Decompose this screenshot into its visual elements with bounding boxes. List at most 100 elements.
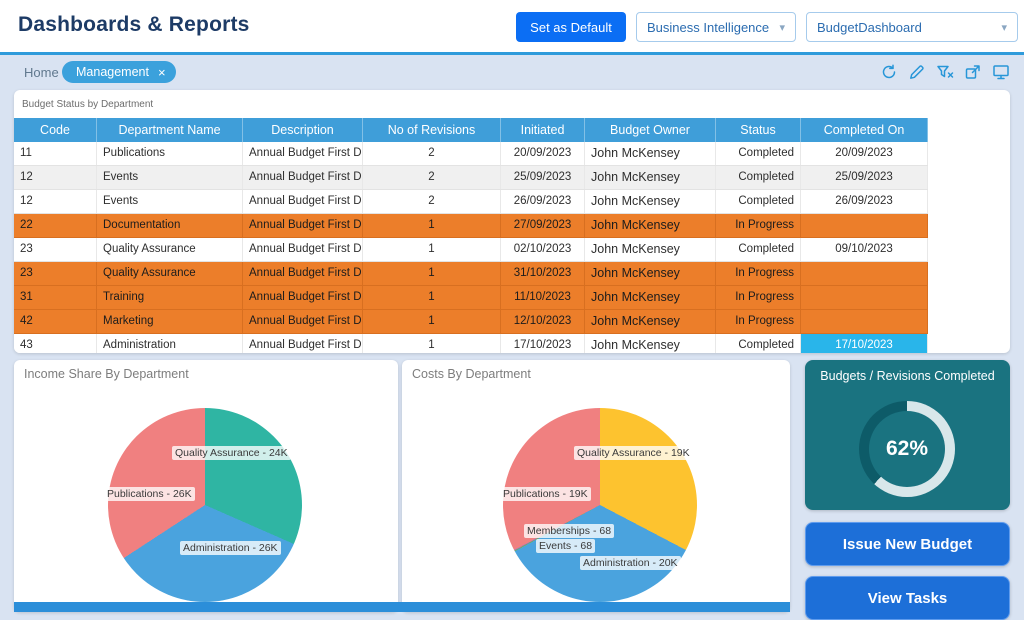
cell-department[interactable]: Administration — [97, 334, 243, 353]
cell-status[interactable]: Completed — [716, 190, 801, 213]
cell-owner[interactable]: John McKensey — [585, 334, 716, 353]
cell-description[interactable]: Annual Budget First Draft — [243, 334, 363, 353]
cell-completed_on[interactable]: 26/09/2023 — [801, 190, 928, 213]
cell-revisions[interactable]: 1 — [363, 238, 501, 261]
cell-owner[interactable]: John McKensey — [585, 214, 716, 237]
cell-revisions[interactable]: 1 — [363, 214, 501, 237]
column-header-status[interactable]: Status — [716, 118, 801, 142]
cell-department[interactable]: Events — [97, 166, 243, 189]
cell-initiated[interactable]: 27/09/2023 — [501, 214, 585, 237]
cell-initiated[interactable]: 02/10/2023 — [501, 238, 585, 261]
cell-code[interactable]: 31 — [14, 286, 97, 309]
column-header-no-of-revisions[interactable]: No of Revisions — [363, 118, 501, 142]
set-as-default-button[interactable]: Set as Default — [516, 12, 626, 42]
display-icon[interactable] — [992, 63, 1010, 81]
cell-status[interactable]: In Progress — [716, 286, 801, 309]
cell-revisions[interactable]: 1 — [363, 334, 501, 353]
bottom-scroll-strip[interactable] — [14, 602, 790, 612]
cell-description[interactable]: Annual Budget First Draft — [243, 214, 363, 237]
column-header-description[interactable]: Description — [243, 118, 363, 142]
edit-icon[interactable] — [908, 63, 926, 81]
income-share-pie-chart[interactable] — [108, 408, 302, 602]
tab-management[interactable]: Management × — [62, 61, 176, 83]
cell-code[interactable]: 42 — [14, 310, 97, 333]
cell-initiated[interactable]: 25/09/2023 — [501, 166, 585, 189]
cell-description[interactable]: Annual Budget First Draft — [243, 286, 363, 309]
cell-revisions[interactable]: 1 — [363, 262, 501, 285]
cell-department[interactable]: Quality Assurance — [97, 238, 243, 261]
sync-icon[interactable] — [880, 63, 898, 81]
cell-completed_on[interactable] — [801, 214, 928, 237]
issue-new-budget-button[interactable]: Issue New Budget — [805, 522, 1010, 566]
dashboard-dropdown[interactable]: BudgetDashboard ▾ — [806, 12, 1018, 42]
cell-owner[interactable]: John McKensey — [585, 310, 716, 333]
cell-code[interactable]: 12 — [14, 166, 97, 189]
cell-completed_on[interactable] — [801, 310, 928, 333]
table-row[interactable]: 42MarketingAnnual Budget First Draft112/… — [14, 310, 928, 334]
cell-revisions[interactable]: 2 — [363, 166, 501, 189]
table-row[interactable]: 11PublicationsAnnual Budget First Draft2… — [14, 142, 928, 166]
cell-status[interactable]: Completed — [716, 238, 801, 261]
table-row[interactable]: 31TrainingAnnual Budget First Draft111/1… — [14, 286, 928, 310]
cell-department[interactable]: Quality Assurance — [97, 262, 243, 285]
cell-owner[interactable]: John McKensey — [585, 262, 716, 285]
cell-code[interactable]: 22 — [14, 214, 97, 237]
cell-completed_on[interactable] — [801, 262, 928, 285]
column-header-initiated[interactable]: Initiated — [501, 118, 585, 142]
category-dropdown[interactable]: Business Intelligence ▾ — [636, 12, 796, 42]
table-row[interactable]: 12EventsAnnual Budget First Draft226/09/… — [14, 190, 928, 214]
cell-initiated[interactable]: 31/10/2023 — [501, 262, 585, 285]
cell-completed_on[interactable]: 17/10/2023 — [801, 334, 928, 353]
table-row[interactable]: 12EventsAnnual Budget First Draft225/09/… — [14, 166, 928, 190]
table-row[interactable]: 23Quality AssuranceAnnual Budget First D… — [14, 238, 928, 262]
cell-description[interactable]: Annual Budget First Draft — [243, 238, 363, 261]
cell-status[interactable]: Completed — [716, 142, 801, 165]
cell-description[interactable]: Annual Budget First Draft — [243, 310, 363, 333]
column-header-code[interactable]: Code — [14, 118, 97, 142]
table-row[interactable]: 43AdministrationAnnual Budget First Draf… — [14, 334, 928, 353]
cell-revisions[interactable]: 2 — [363, 190, 501, 213]
cell-department[interactable]: Marketing — [97, 310, 243, 333]
cell-initiated[interactable]: 26/09/2023 — [501, 190, 585, 213]
cell-code[interactable]: 12 — [14, 190, 97, 213]
table-row[interactable]: 23Quality AssuranceAnnual Budget First D… — [14, 262, 928, 286]
cell-initiated[interactable]: 20/09/2023 — [501, 142, 585, 165]
cell-description[interactable]: Annual Budget First Draft — [243, 166, 363, 189]
cell-owner[interactable]: John McKensey — [585, 286, 716, 309]
cell-owner[interactable]: John McKensey — [585, 142, 716, 165]
cell-owner[interactable]: John McKensey — [585, 166, 716, 189]
cell-revisions[interactable]: 1 — [363, 286, 501, 309]
cell-status[interactable]: In Progress — [716, 310, 801, 333]
column-header-department-name[interactable]: Department Name — [97, 118, 243, 142]
cell-department[interactable]: Training — [97, 286, 243, 309]
export-icon[interactable] — [964, 63, 982, 81]
cell-owner[interactable]: John McKensey — [585, 238, 716, 261]
cell-code[interactable]: 23 — [14, 238, 97, 261]
column-header-completed-on[interactable]: Completed On — [801, 118, 928, 142]
cell-completed_on[interactable] — [801, 286, 928, 309]
cell-initiated[interactable]: 11/10/2023 — [501, 286, 585, 309]
cell-initiated[interactable]: 12/10/2023 — [501, 310, 585, 333]
cell-description[interactable]: Annual Budget First Draft — [243, 190, 363, 213]
cell-completed_on[interactable]: 25/09/2023 — [801, 166, 928, 189]
cell-department[interactable]: Publications — [97, 142, 243, 165]
cell-revisions[interactable]: 2 — [363, 142, 501, 165]
tab-home[interactable]: Home — [24, 65, 59, 80]
cell-department[interactable]: Events — [97, 190, 243, 213]
cell-department[interactable]: Documentation — [97, 214, 243, 237]
cell-code[interactable]: 43 — [14, 334, 97, 353]
view-tasks-button[interactable]: View Tasks — [805, 576, 1010, 620]
cell-status[interactable]: Completed — [716, 166, 801, 189]
clear-filter-icon[interactable] — [936, 63, 954, 81]
cell-initiated[interactable]: 17/10/2023 — [501, 334, 585, 353]
cell-description[interactable]: Annual Budget First Draft — [243, 262, 363, 285]
cell-code[interactable]: 23 — [14, 262, 97, 285]
costs-pie-chart[interactable] — [503, 408, 697, 602]
close-icon[interactable]: × — [158, 66, 166, 79]
cell-owner[interactable]: John McKensey — [585, 190, 716, 213]
cell-completed_on[interactable]: 20/09/2023 — [801, 142, 928, 165]
column-header-budget-owner[interactable]: Budget Owner — [585, 118, 716, 142]
cell-completed_on[interactable]: 09/10/2023 — [801, 238, 928, 261]
cell-description[interactable]: Annual Budget First Draft — [243, 142, 363, 165]
cell-code[interactable]: 11 — [14, 142, 97, 165]
